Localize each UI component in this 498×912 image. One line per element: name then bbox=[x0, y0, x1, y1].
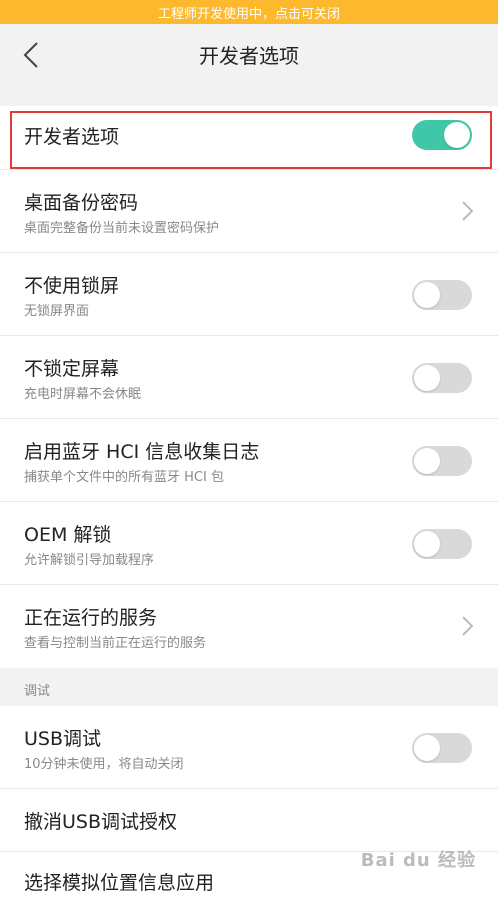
row-title: 启用蓝牙 HCI 信息收集日志 bbox=[24, 441, 260, 463]
row-subtitle: 桌面完整备份当前未设置密码保护 bbox=[24, 221, 220, 236]
row-title: 不锁定屏幕 bbox=[24, 358, 120, 380]
row-stay-awake[interactable]: 不锁定屏幕 充电时屏幕不会休眠 bbox=[0, 336, 498, 419]
no-lock-screen-toggle[interactable] bbox=[412, 280, 472, 310]
row-title: 开发者选项 bbox=[24, 126, 120, 148]
toggle-knob bbox=[414, 735, 440, 761]
engineer-mode-banner-text: 工程师开发使用中，点击可关闭 bbox=[157, 6, 340, 22]
row-usb-debugging[interactable]: USB调试 10分钟未使用，将自动关闭 bbox=[0, 706, 498, 789]
toggle-knob bbox=[444, 122, 470, 148]
developer-options-toggle[interactable] bbox=[412, 120, 472, 150]
app-header: 开发者选项 bbox=[0, 24, 498, 84]
toggle-knob bbox=[414, 282, 440, 308]
settings-list: 开发者选项 桌面备份密码 桌面完整备份当前未设置密码保护 不使用锁屏 无锁屏界面… bbox=[0, 106, 498, 912]
row-title: OEM 解锁 bbox=[24, 524, 112, 546]
section-header-debugging: 调试 bbox=[0, 668, 498, 706]
row-bluetooth-hci-log[interactable]: 启用蓝牙 HCI 信息收集日志 捕获单个文件中的所有蓝牙 HCI 包 bbox=[0, 419, 498, 502]
row-no-lock-screen[interactable]: 不使用锁屏 无锁屏界面 bbox=[0, 253, 498, 336]
row-title: 桌面备份密码 bbox=[24, 192, 139, 214]
row-developer-options[interactable]: 开发者选项 bbox=[0, 106, 498, 170]
back-arrow-icon bbox=[23, 42, 38, 68]
row-title: 选择模拟位置信息应用 bbox=[24, 872, 215, 894]
row-subtitle: 无锁屏界面 bbox=[24, 304, 90, 319]
row-title: 不使用锁屏 bbox=[24, 275, 120, 297]
toggle-knob bbox=[414, 365, 440, 391]
stay-awake-toggle[interactable] bbox=[412, 363, 472, 393]
row-title: USB调试 bbox=[24, 728, 102, 750]
row-subtitle: 10分钟未使用，将自动关闭 bbox=[24, 757, 184, 772]
back-button[interactable] bbox=[14, 38, 48, 72]
toggle-knob bbox=[414, 531, 440, 557]
row-oem-unlock[interactable]: OEM 解锁 允许解锁引导加载程序 bbox=[0, 502, 498, 585]
oem-unlock-toggle[interactable] bbox=[412, 529, 472, 559]
row-title: 撤消USB调试授权 bbox=[24, 811, 178, 833]
row-subtitle: 捕获单个文件中的所有蓝牙 HCI 包 bbox=[24, 470, 224, 485]
chevron-right-icon bbox=[462, 201, 474, 221]
section-label: 调试 bbox=[24, 684, 51, 699]
page-title: 开发者选项 bbox=[199, 43, 299, 68]
usb-debugging-toggle[interactable] bbox=[412, 733, 472, 763]
row-running-services[interactable]: 正在运行的服务 查看与控制当前正在运行的服务 bbox=[0, 585, 498, 668]
row-desktop-backup-password[interactable]: 桌面备份密码 桌面完整备份当前未设置密码保护 bbox=[0, 170, 498, 253]
row-revoke-usb-authorization[interactable]: 撤消USB调试授权 bbox=[0, 789, 498, 852]
chevron-right-icon bbox=[462, 616, 474, 636]
engineer-mode-banner[interactable]: 工程师开发使用中，点击可关闭 bbox=[0, 0, 498, 24]
toggle-knob bbox=[414, 448, 440, 474]
row-subtitle: 查看与控制当前正在运行的服务 bbox=[24, 636, 207, 651]
row-subtitle: 允许解锁引导加载程序 bbox=[24, 553, 155, 568]
row-subtitle: 充电时屏幕不会休眠 bbox=[24, 387, 142, 402]
row-title: 正在运行的服务 bbox=[24, 607, 158, 629]
watermark: Bai du 经验 bbox=[360, 850, 476, 871]
bluetooth-hci-log-toggle[interactable] bbox=[412, 446, 472, 476]
